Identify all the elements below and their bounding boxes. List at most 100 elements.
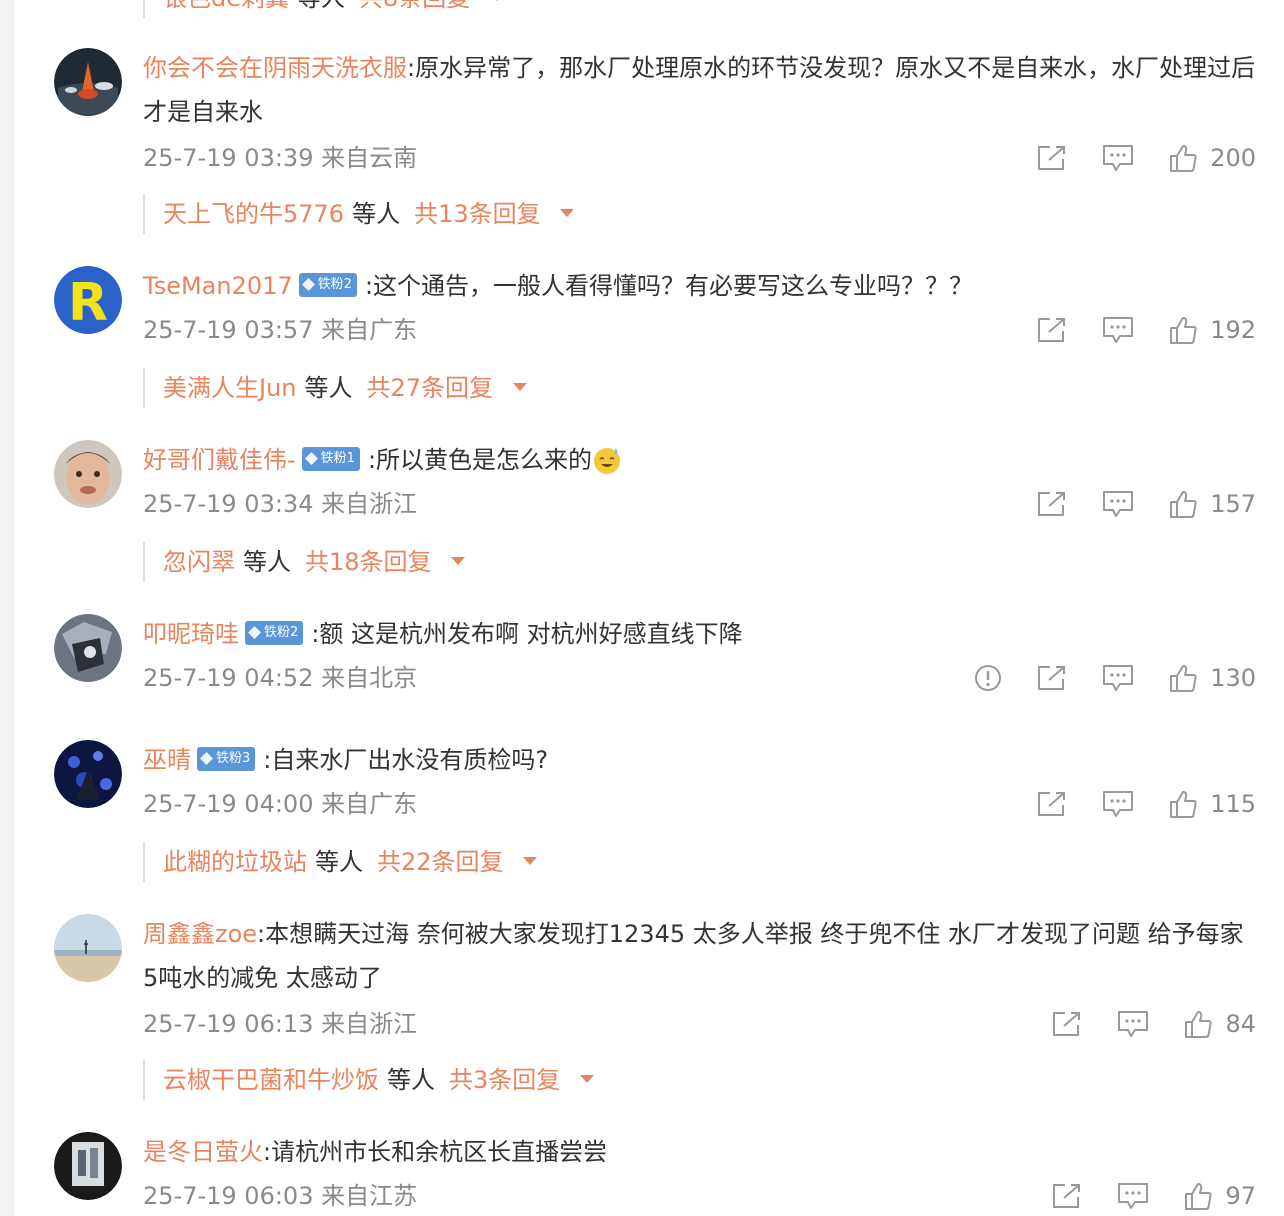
reply-user-name[interactable]: 此糊的垃圾站 xyxy=(163,848,307,876)
share-button[interactable] xyxy=(1036,790,1068,818)
share-icon xyxy=(1053,1184,1081,1208)
avatar[interactable] xyxy=(54,614,122,682)
comment-icon xyxy=(1103,145,1134,171)
reply-mid-text: 等人 xyxy=(387,1066,435,1094)
like-button[interactable]: 97 xyxy=(1183,1181,1256,1211)
share-icon xyxy=(1038,666,1066,690)
comment-text: 你会不会在阴雨天洗衣服:原水异常了，那水厂处理原水的环节没发现？原水又不是自来水… xyxy=(143,46,1256,134)
comment-user-name[interactable]: 叩昵琦哇 xyxy=(143,620,239,648)
share-button[interactable] xyxy=(1051,1182,1083,1210)
comment-user-name[interactable]: 你会不会在阴雨天洗衣服 xyxy=(143,54,407,82)
comment-user-name[interactable]: 周鑫鑫zoe xyxy=(143,920,257,948)
avatar[interactable] xyxy=(54,440,122,508)
share-button[interactable] xyxy=(1036,316,1068,344)
reply-count[interactable]: 共22条回复 xyxy=(377,848,504,876)
reply-user-name[interactable]: 天上飞的牛5776 xyxy=(163,200,344,228)
comment-user-name[interactable]: TseMan2017 xyxy=(143,272,293,300)
like-count: 115 xyxy=(1210,790,1256,818)
share-icon xyxy=(1038,492,1066,516)
share-icon xyxy=(1038,146,1066,170)
reply-summary[interactable]: 云椒干巴菌和牛炒饭 等人 共3条回复 xyxy=(143,1060,594,1100)
diamond-icon xyxy=(304,452,318,465)
caret-down-icon[interactable] xyxy=(560,209,575,218)
share-button[interactable] xyxy=(1051,1010,1083,1038)
comment-button[interactable] xyxy=(1102,790,1134,818)
comment-time: 25-7-19 04:00 来自广东 xyxy=(143,790,418,818)
thumbs-up-icon xyxy=(1170,145,1197,172)
comment-user-name[interactable]: 好哥们戴佳伟- xyxy=(143,446,296,474)
comment-icon xyxy=(1118,1011,1149,1037)
sweat-smile-emoji xyxy=(594,448,621,474)
fan-badge: 铁粉1 xyxy=(301,446,360,471)
name-separator: : xyxy=(407,54,416,82)
reply-summary[interactable]: 银色de刺翼等人 共8条回复 xyxy=(143,0,504,18)
avatar[interactable] xyxy=(54,914,122,982)
reply-mid-text: 等人 xyxy=(243,548,291,576)
reply-summary[interactable]: 天上飞的牛5776 等人 共13条回复 xyxy=(143,194,575,234)
name-separator: : xyxy=(257,920,266,948)
comment-content: :自来水厂出水没有质检吗? xyxy=(263,746,549,774)
reply-count[interactable]: 共8条回复 xyxy=(359,0,470,12)
report-icon xyxy=(975,665,1002,691)
reply-count[interactable]: 共13条回复 xyxy=(414,200,541,228)
caret-down-icon[interactable] xyxy=(523,857,538,866)
svg-text:R: R xyxy=(68,273,108,333)
comment-button[interactable] xyxy=(1102,664,1134,692)
avatar[interactable] xyxy=(54,1132,122,1200)
like-button[interactable]: 84 xyxy=(1183,1009,1256,1039)
share-icon xyxy=(1038,318,1066,342)
comment-button[interactable] xyxy=(1117,1182,1149,1210)
report-button[interactable] xyxy=(974,664,1002,692)
share-button[interactable] xyxy=(1036,144,1068,172)
like-button[interactable]: 115 xyxy=(1168,789,1256,819)
comment-content: 本想瞒天过海 奈何被大家发现打12345 太多人举报 终于兜不住 水厂才发现了问… xyxy=(143,920,1244,992)
thumbs-up-icon xyxy=(1170,791,1197,818)
thumbs-up-icon xyxy=(1170,491,1197,518)
reply-user-name[interactable]: 忽闪翠 xyxy=(163,548,235,576)
comment-content: :这个通告，一般人看得懂吗？有必要写这么专业吗？？？ xyxy=(364,272,974,300)
thumbs-up-icon xyxy=(1185,1183,1213,1210)
comment-time: 25-7-19 03:39 来自云南 xyxy=(143,144,418,172)
avatar[interactable] xyxy=(54,740,122,808)
reply-count[interactable]: 共18条回复 xyxy=(305,548,432,576)
avatar[interactable] xyxy=(54,48,122,116)
avatar[interactable]: R xyxy=(54,266,122,334)
reply-count[interactable]: 共3条回复 xyxy=(449,1066,560,1094)
reply-mid-text: 等人 xyxy=(297,0,345,12)
like-button[interactable]: 200 xyxy=(1168,143,1256,173)
fan-badge-label: 铁粉1 xyxy=(320,450,355,466)
reply-mid-text: 等人 xyxy=(304,374,353,402)
caret-down-icon[interactable] xyxy=(579,1075,594,1084)
reply-user-name[interactable]: 银色de刺翼 xyxy=(163,0,289,12)
like-count: 192 xyxy=(1210,316,1256,344)
reply-count[interactable]: 共27条回复 xyxy=(367,374,494,402)
share-button[interactable] xyxy=(1036,490,1068,518)
reply-summary[interactable]: 美满人生Jun 等人 共27条回复 xyxy=(143,368,527,408)
comment-user-name[interactable]: 是冬日萤火 xyxy=(143,1138,263,1166)
caret-down-icon[interactable] xyxy=(490,0,504,2)
diamond-icon xyxy=(301,278,315,291)
comment-time: 25-7-19 04:52 来自北京 xyxy=(143,664,418,692)
like-button[interactable]: 130 xyxy=(1168,663,1256,693)
caret-down-icon[interactable] xyxy=(512,383,527,392)
like-count: 200 xyxy=(1210,144,1256,172)
like-count: 84 xyxy=(1225,1010,1256,1038)
comment-button[interactable] xyxy=(1102,490,1134,518)
comment-text: TseMan2017 铁粉2:这个通告，一般人看得懂吗？有必要写这么专业吗？？？ xyxy=(143,264,1256,308)
comment-button[interactable] xyxy=(1102,316,1134,344)
reply-user-name[interactable]: 云椒干巴菌和牛炒饭 xyxy=(163,1066,379,1094)
comment-text: 好哥们戴佳伟- 铁粉1:所以黄色是怎么来的 xyxy=(143,438,1256,482)
share-button[interactable] xyxy=(1036,664,1068,692)
reply-user-name[interactable]: 美满人生Jun xyxy=(163,374,297,402)
share-icon xyxy=(1038,792,1066,816)
reply-summary[interactable]: 此糊的垃圾站 等人 共22条回复 xyxy=(143,842,538,882)
like-button[interactable]: 192 xyxy=(1168,315,1256,345)
comment-button[interactable] xyxy=(1117,1010,1149,1038)
like-button[interactable]: 157 xyxy=(1168,489,1256,519)
comment-button[interactable] xyxy=(1102,144,1134,172)
reply-summary[interactable]: 忽闪翠 等人 共18条回复 xyxy=(143,542,466,582)
caret-down-icon[interactable] xyxy=(451,557,466,566)
like-count: 97 xyxy=(1225,1182,1256,1210)
comment-time: 25-7-19 03:34 来自浙江 xyxy=(143,490,418,518)
comment-user-name[interactable]: 巫晴 xyxy=(143,746,191,774)
